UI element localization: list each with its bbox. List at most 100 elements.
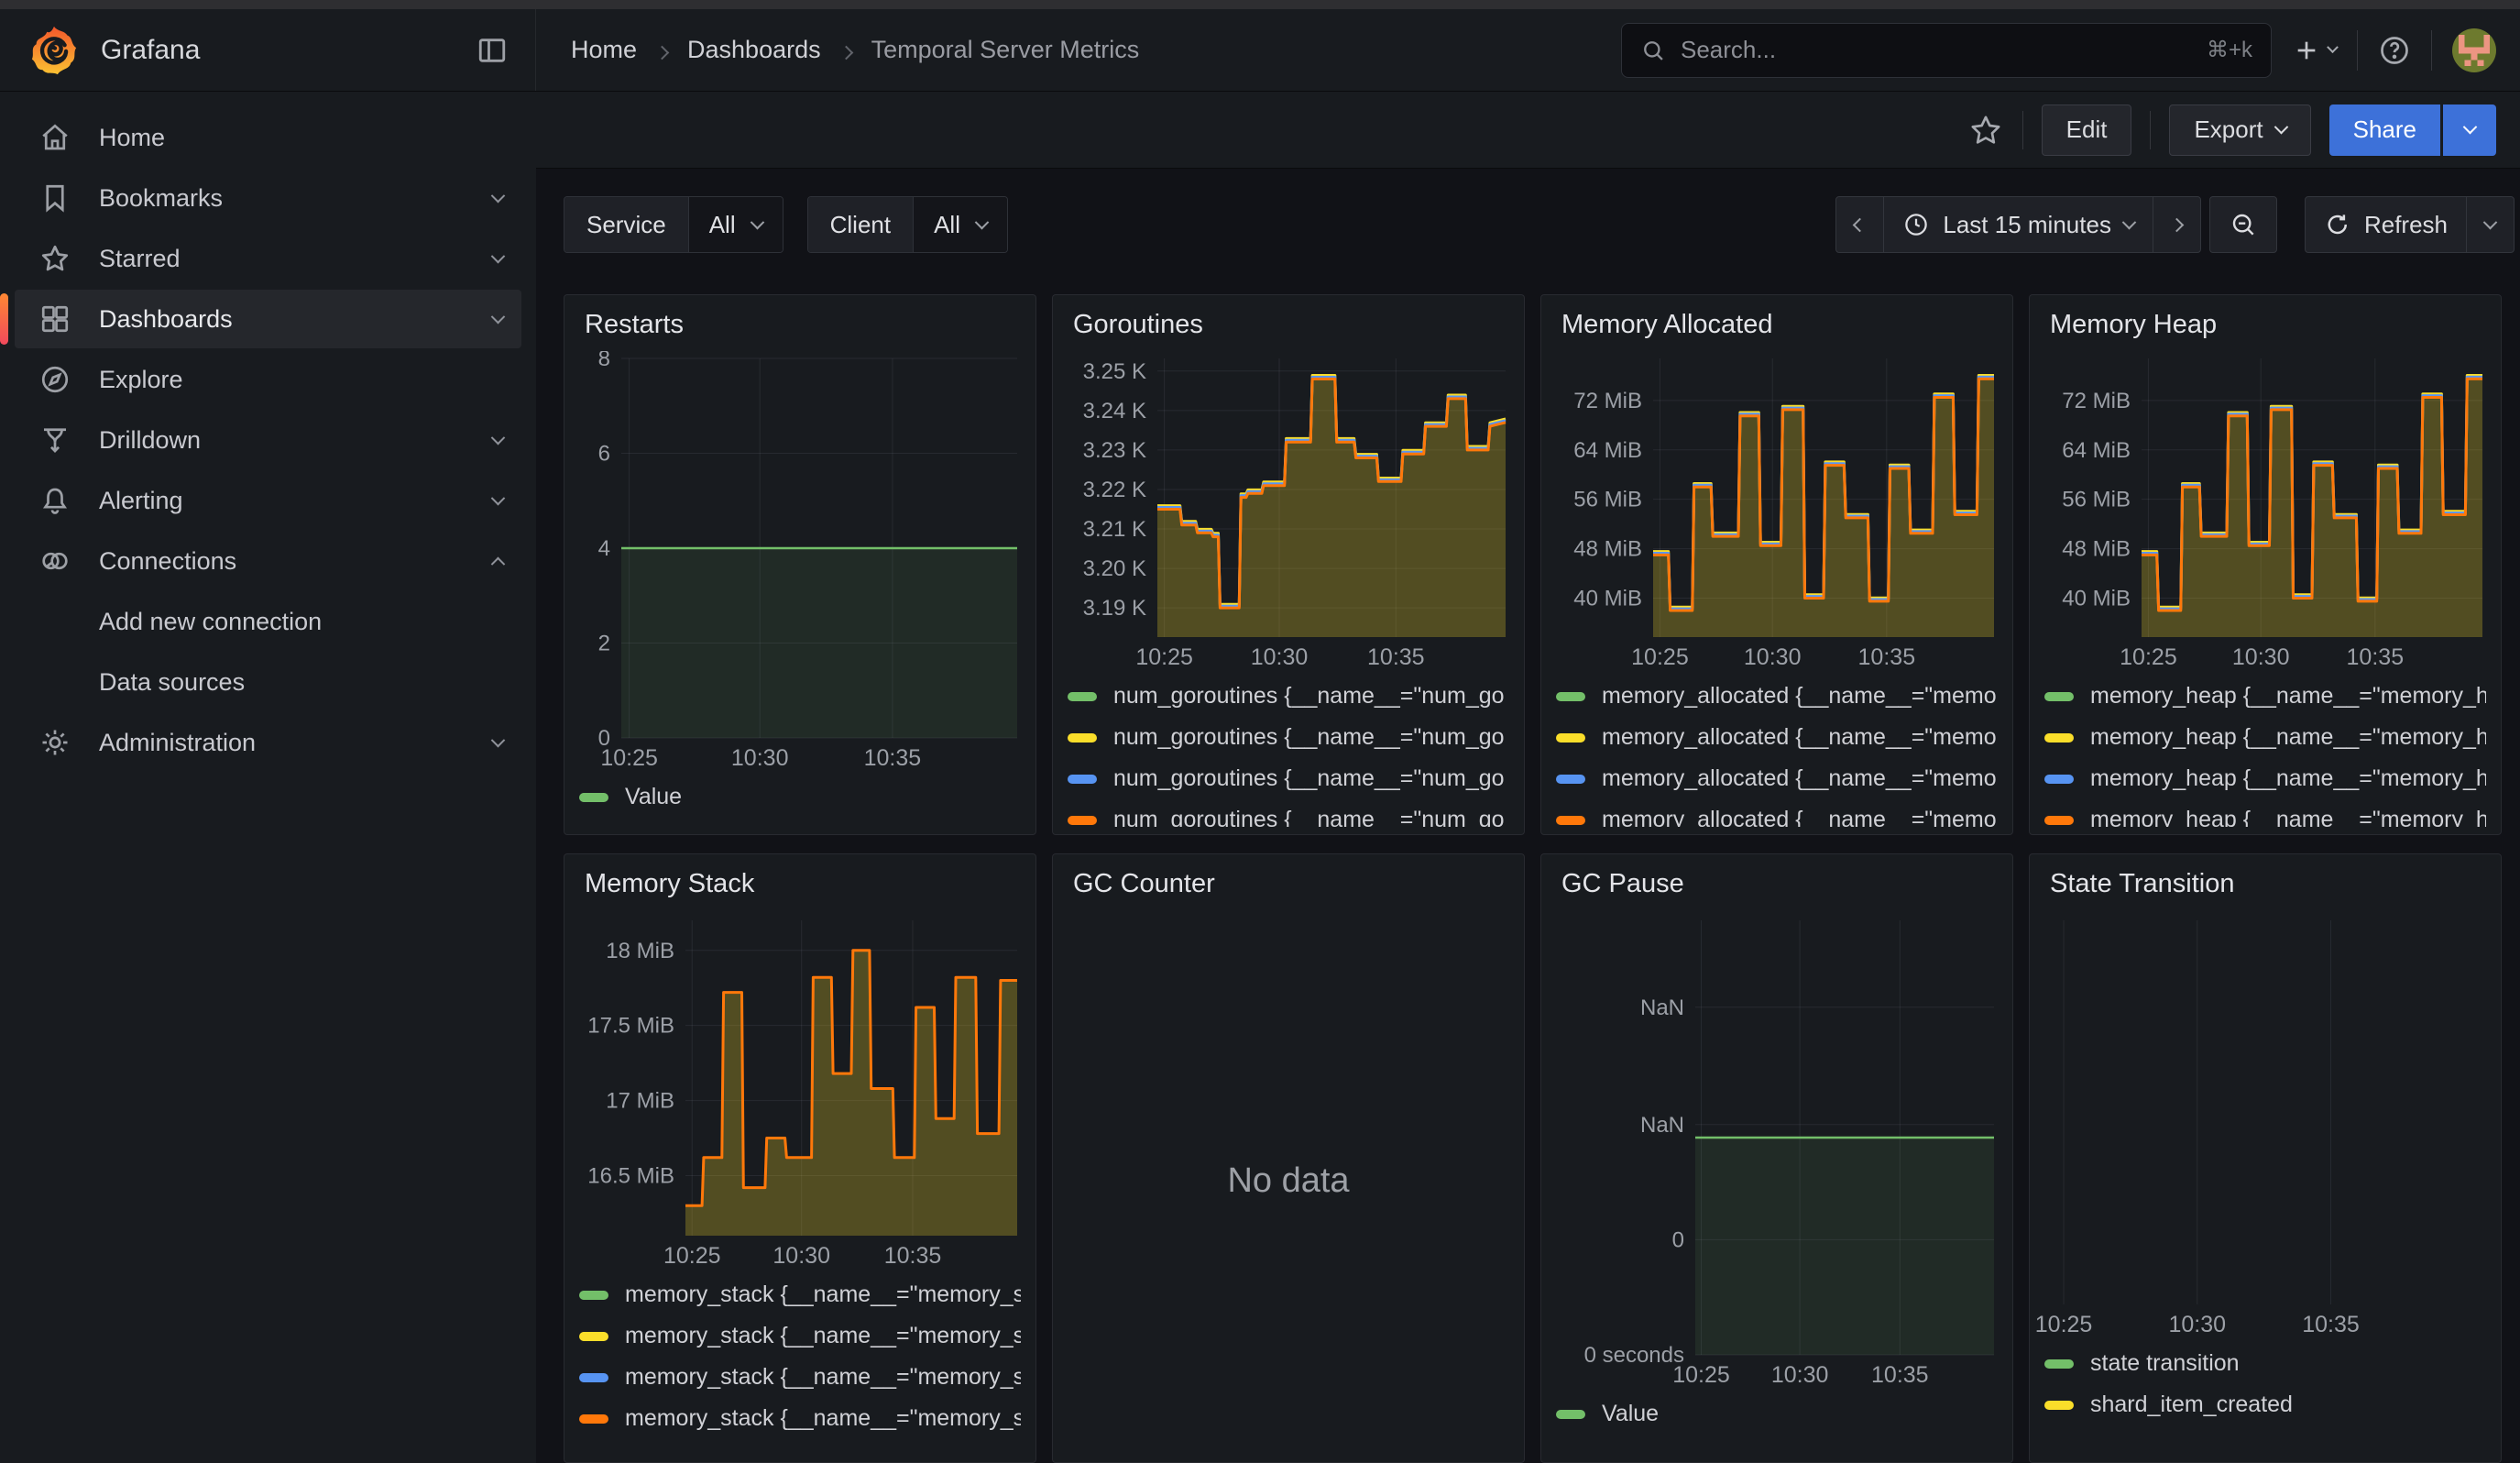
panel-title[interactable]: GC Pause — [1561, 869, 1998, 902]
sidebar-item-drilldown[interactable]: Drilldown — [15, 411, 521, 469]
panel-title[interactable]: Goroutines — [1073, 310, 1509, 340]
chevron-down-icon — [491, 188, 506, 203]
panel-legend: Value — [1556, 1393, 1998, 1441]
new-menu-button[interactable] — [2292, 36, 2337, 65]
legend-item[interactable]: memory_heap {__name__="memory_h — [2044, 758, 2486, 799]
client-filter-select[interactable]: All — [914, 197, 1007, 252]
legend-item[interactable]: num_goroutines {__name__="num_go — [1068, 717, 1509, 758]
export-button[interactable]: Export — [2169, 104, 2310, 156]
panel-chart-canvas[interactable]: 10:2510:3010:35 — [2030, 913, 2488, 1339]
bell-icon — [38, 484, 71, 517]
breadcrumb-dashboards[interactable]: Dashboards — [687, 36, 821, 64]
user-avatar[interactable] — [2452, 28, 2496, 72]
service-filter-select[interactable]: All — [689, 197, 783, 252]
legend-item[interactable]: memory_heap {__name__="memory_h — [2044, 799, 2486, 827]
series-area-fill — [621, 548, 1017, 738]
search-input[interactable]: Search... ⌘+k — [1621, 23, 2272, 78]
panel-title[interactable]: Restarts — [585, 310, 1021, 340]
legend-item[interactable]: num_goroutines {__name__="num_go — [1068, 799, 1509, 827]
panel-chart-canvas[interactable]: NaNNaN00 seconds10:2510:3010:35 — [1556, 913, 2000, 1390]
share-menu-button[interactable] — [2443, 104, 2496, 156]
main-area: Edit Export Share Service All Client — [536, 92, 2520, 1463]
sidebar-item-dashboards[interactable]: Dashboards — [15, 290, 521, 348]
sidebar-item-connections[interactable]: Connections — [15, 532, 521, 590]
x-axis-tick-label: 10:30 — [1771, 1362, 1829, 1388]
service-filter-label: Service — [564, 197, 689, 252]
compass-icon — [38, 363, 71, 396]
y-axis-tick-label: 56 MiB — [2062, 488, 2131, 512]
legend-item[interactable]: state transition — [2044, 1343, 2486, 1384]
sidebar-item-starred[interactable]: Starred — [15, 229, 521, 288]
edit-button[interactable]: Edit — [2042, 104, 2132, 156]
panel-title[interactable]: State Transition — [2050, 869, 2486, 902]
share-button[interactable]: Share — [2329, 104, 2440, 156]
panel-chart-canvas[interactable]: 72 MiB64 MiB56 MiB48 MiB40 MiB10:2510:30… — [1556, 351, 2000, 672]
legend-item[interactable]: memory_allocated {__name__="memo — [1556, 799, 1998, 827]
time-range-picker[interactable]: Last 15 minutes — [1883, 196, 2153, 253]
time-shift-back-button[interactable] — [1835, 196, 1884, 253]
legend-item[interactable]: memory_stack {__name__="memory_s — [579, 1357, 1021, 1398]
search-shortcut: ⌘+k — [2207, 37, 2252, 63]
legend-item[interactable]: memory_stack {__name__="memory_s — [579, 1398, 1021, 1439]
chevron-down-icon — [491, 430, 506, 445]
zoom-out-button[interactable] — [2209, 196, 2277, 253]
time-range-label: Last 15 minutes — [1943, 211, 2111, 239]
panel-chart-canvas[interactable]: 18 MiB17.5 MiB17 MiB16.5 MiB10:2510:3010… — [579, 913, 1023, 1270]
sidebar-item-data-sources[interactable]: Data sources — [15, 653, 521, 711]
x-axis-tick-label: 10:30 — [772, 1243, 830, 1269]
chevron-down-icon — [2273, 120, 2288, 135]
legend-item[interactable]: shard_item_created — [2044, 1384, 2486, 1425]
legend-item[interactable]: num_goroutines {__name__="num_go — [1068, 676, 1509, 717]
x-axis-tick-label: 10:35 — [884, 1243, 942, 1269]
favorite-star-button[interactable] — [1967, 112, 2004, 148]
panel-chart-canvas[interactable]: 72 MiB64 MiB56 MiB48 MiB40 MiB10:2510:30… — [2044, 351, 2488, 672]
nav-brand-section: Grafana — [0, 9, 536, 91]
breadcrumb-home[interactable]: Home — [571, 36, 637, 64]
panel-title[interactable]: GC Counter — [1073, 869, 1509, 902]
legend-item[interactable]: Value — [579, 776, 1021, 818]
legend-item[interactable]: memory_heap {__name__="memory_h — [2044, 717, 2486, 758]
refresh-button[interactable]: Refresh — [2305, 196, 2467, 253]
sidebar-item-bookmarks[interactable]: Bookmarks — [15, 169, 521, 227]
x-axis-tick-label: 10:25 — [663, 1243, 721, 1269]
sidebar-item-home[interactable]: Home — [15, 108, 521, 167]
sidebar-item-alerting[interactable]: Alerting — [15, 471, 521, 530]
legend-item[interactable]: memory_stack {__name__="memory_s — [579, 1315, 1021, 1357]
legend-item[interactable]: num_goroutines {__name__="num_go — [1068, 758, 1509, 799]
sidebar-item-label: Dashboards — [99, 305, 233, 334]
chevron-down-icon — [491, 732, 506, 747]
refresh-interval-button[interactable] — [2466, 196, 2515, 253]
time-range-group: Last 15 minutes — [1835, 196, 2201, 253]
sidebar-item-label: Home — [99, 124, 165, 152]
dock-sidebar-icon[interactable] — [477, 35, 508, 66]
y-axis-tick-label: 16.5 MiB — [587, 1163, 674, 1188]
legend-color-pill — [1068, 733, 1097, 742]
sidebar-item-explore[interactable]: Explore — [15, 350, 521, 409]
panel-title[interactable]: Memory Allocated — [1561, 310, 1998, 340]
legend-label: memory_allocated {__name__="memo — [1602, 724, 1997, 751]
sidebar-item-label: Connections — [99, 547, 236, 576]
legend-item[interactable]: memory_allocated {__name__="memo — [1556, 758, 1998, 799]
legend-item[interactable]: memory_heap {__name__="memory_h — [2044, 676, 2486, 717]
refresh-group: Refresh — [2305, 196, 2515, 253]
legend-item[interactable]: memory_allocated {__name__="memo — [1556, 676, 1998, 717]
refresh-label: Refresh — [2364, 211, 2448, 239]
sidebar-item-add-new-connection[interactable]: Add new connection — [15, 592, 521, 651]
legend-item[interactable]: memory_allocated {__name__="memo — [1556, 717, 1998, 758]
sidebar-item-administration[interactable]: Administration — [15, 713, 521, 772]
help-button[interactable] — [2378, 34, 2411, 67]
toolbar-divider — [2150, 111, 2151, 149]
legend-label: Value — [625, 784, 682, 810]
legend-item[interactable]: memory_stack {__name__="memory_s — [579, 1274, 1021, 1315]
legend-item[interactable]: Value — [1556, 1393, 1998, 1435]
time-shift-forward-button[interactable] — [2153, 196, 2201, 253]
panel-legend: num_goroutines {__name__="num_gonum_goro… — [1068, 676, 1509, 827]
panel-chart-canvas[interactable]: 0246810:2510:3010:35 — [579, 351, 1023, 773]
legend-color-pill — [579, 793, 608, 802]
panel-title[interactable]: Memory Heap — [2050, 310, 2486, 340]
panel-title[interactable]: Memory Stack — [585, 869, 1021, 902]
legend-color-pill — [2044, 692, 2074, 701]
legend-label: memory_allocated {__name__="memo — [1602, 807, 1997, 827]
nav-actions: Search... ⌘+k — [1621, 23, 2520, 78]
panel-chart-canvas[interactable]: 3.25 K3.24 K3.23 K3.22 K3.21 K3.20 K3.19… — [1068, 351, 1511, 672]
